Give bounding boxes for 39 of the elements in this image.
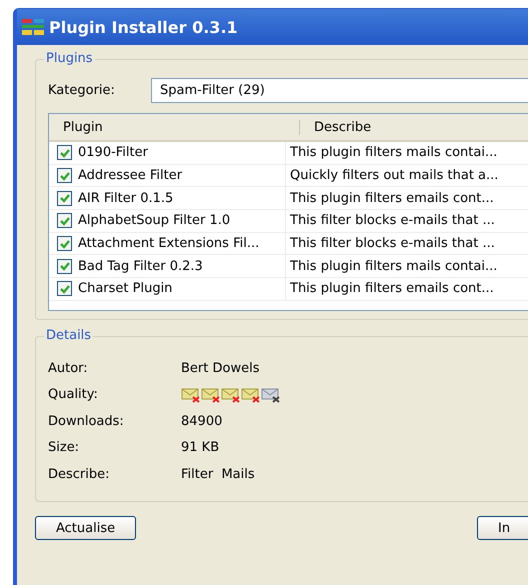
plugin-name: Charset Plugin (78, 281, 172, 296)
plugin-description: Quickly filters out mails that a... (290, 168, 498, 184)
field-value: 91 KB (181, 440, 220, 456)
checkbox[interactable] (57, 145, 72, 160)
category-dropdown[interactable]: Spam-Filter (29) (151, 78, 528, 103)
plugin-description: This plugin filters emails cont... (290, 190, 494, 206)
field-value: 84900 (181, 414, 222, 429)
plugin-description: This filter blocks e-mails that ... (290, 236, 495, 252)
field-label: Quality: (48, 387, 99, 402)
plugin-name: AIR Filter 0.1.5 (78, 190, 174, 206)
plugin-name: Bad Tag Filter 0.2.3 (78, 258, 203, 274)
checkbox[interactable] (57, 236, 72, 252)
plugin-description: This plugin filters mails contai... (290, 258, 498, 274)
column-header[interactable]: Describe (300, 120, 528, 134)
field-value: Bert Dowels (181, 360, 260, 376)
checkbox[interactable] (57, 190, 72, 206)
checkbox[interactable] (57, 168, 72, 184)
plugin-name: Attachment Extensions Fil... (78, 236, 260, 252)
group-legend: Plugins (44, 51, 95, 66)
checkbox[interactable] (57, 213, 72, 228)
field-label: Downloads: (48, 414, 125, 429)
install-button[interactable]: In (477, 516, 528, 540)
checkbox[interactable] (57, 258, 72, 274)
window-title: Plugin Installer 0.3.1 (49, 18, 238, 36)
checkbox[interactable] (57, 281, 72, 296)
category-label: Kategorie: (48, 83, 116, 98)
field-label: Size: (48, 440, 80, 456)
plugin-name: 0190-Filter (78, 145, 148, 160)
field-value: Filter Mails (181, 466, 255, 482)
field-label: Describe: (48, 466, 111, 482)
field-label: Autor: (48, 360, 89, 376)
actualise-button[interactable]: Actualise (35, 516, 136, 540)
app-icon (21, 18, 45, 36)
plugin-name: Addressee Filter (78, 168, 182, 184)
plugin-description: This plugin filters emails cont... (290, 281, 494, 296)
plugin-description: This plugin filters mails contai... (290, 145, 498, 160)
plugin-description: This filter blocks e-mails that ... (290, 213, 495, 228)
plugin-name: AlphabetSoup Filter 1.0 (78, 213, 230, 228)
column-header[interactable]: Plugin (49, 120, 300, 134)
